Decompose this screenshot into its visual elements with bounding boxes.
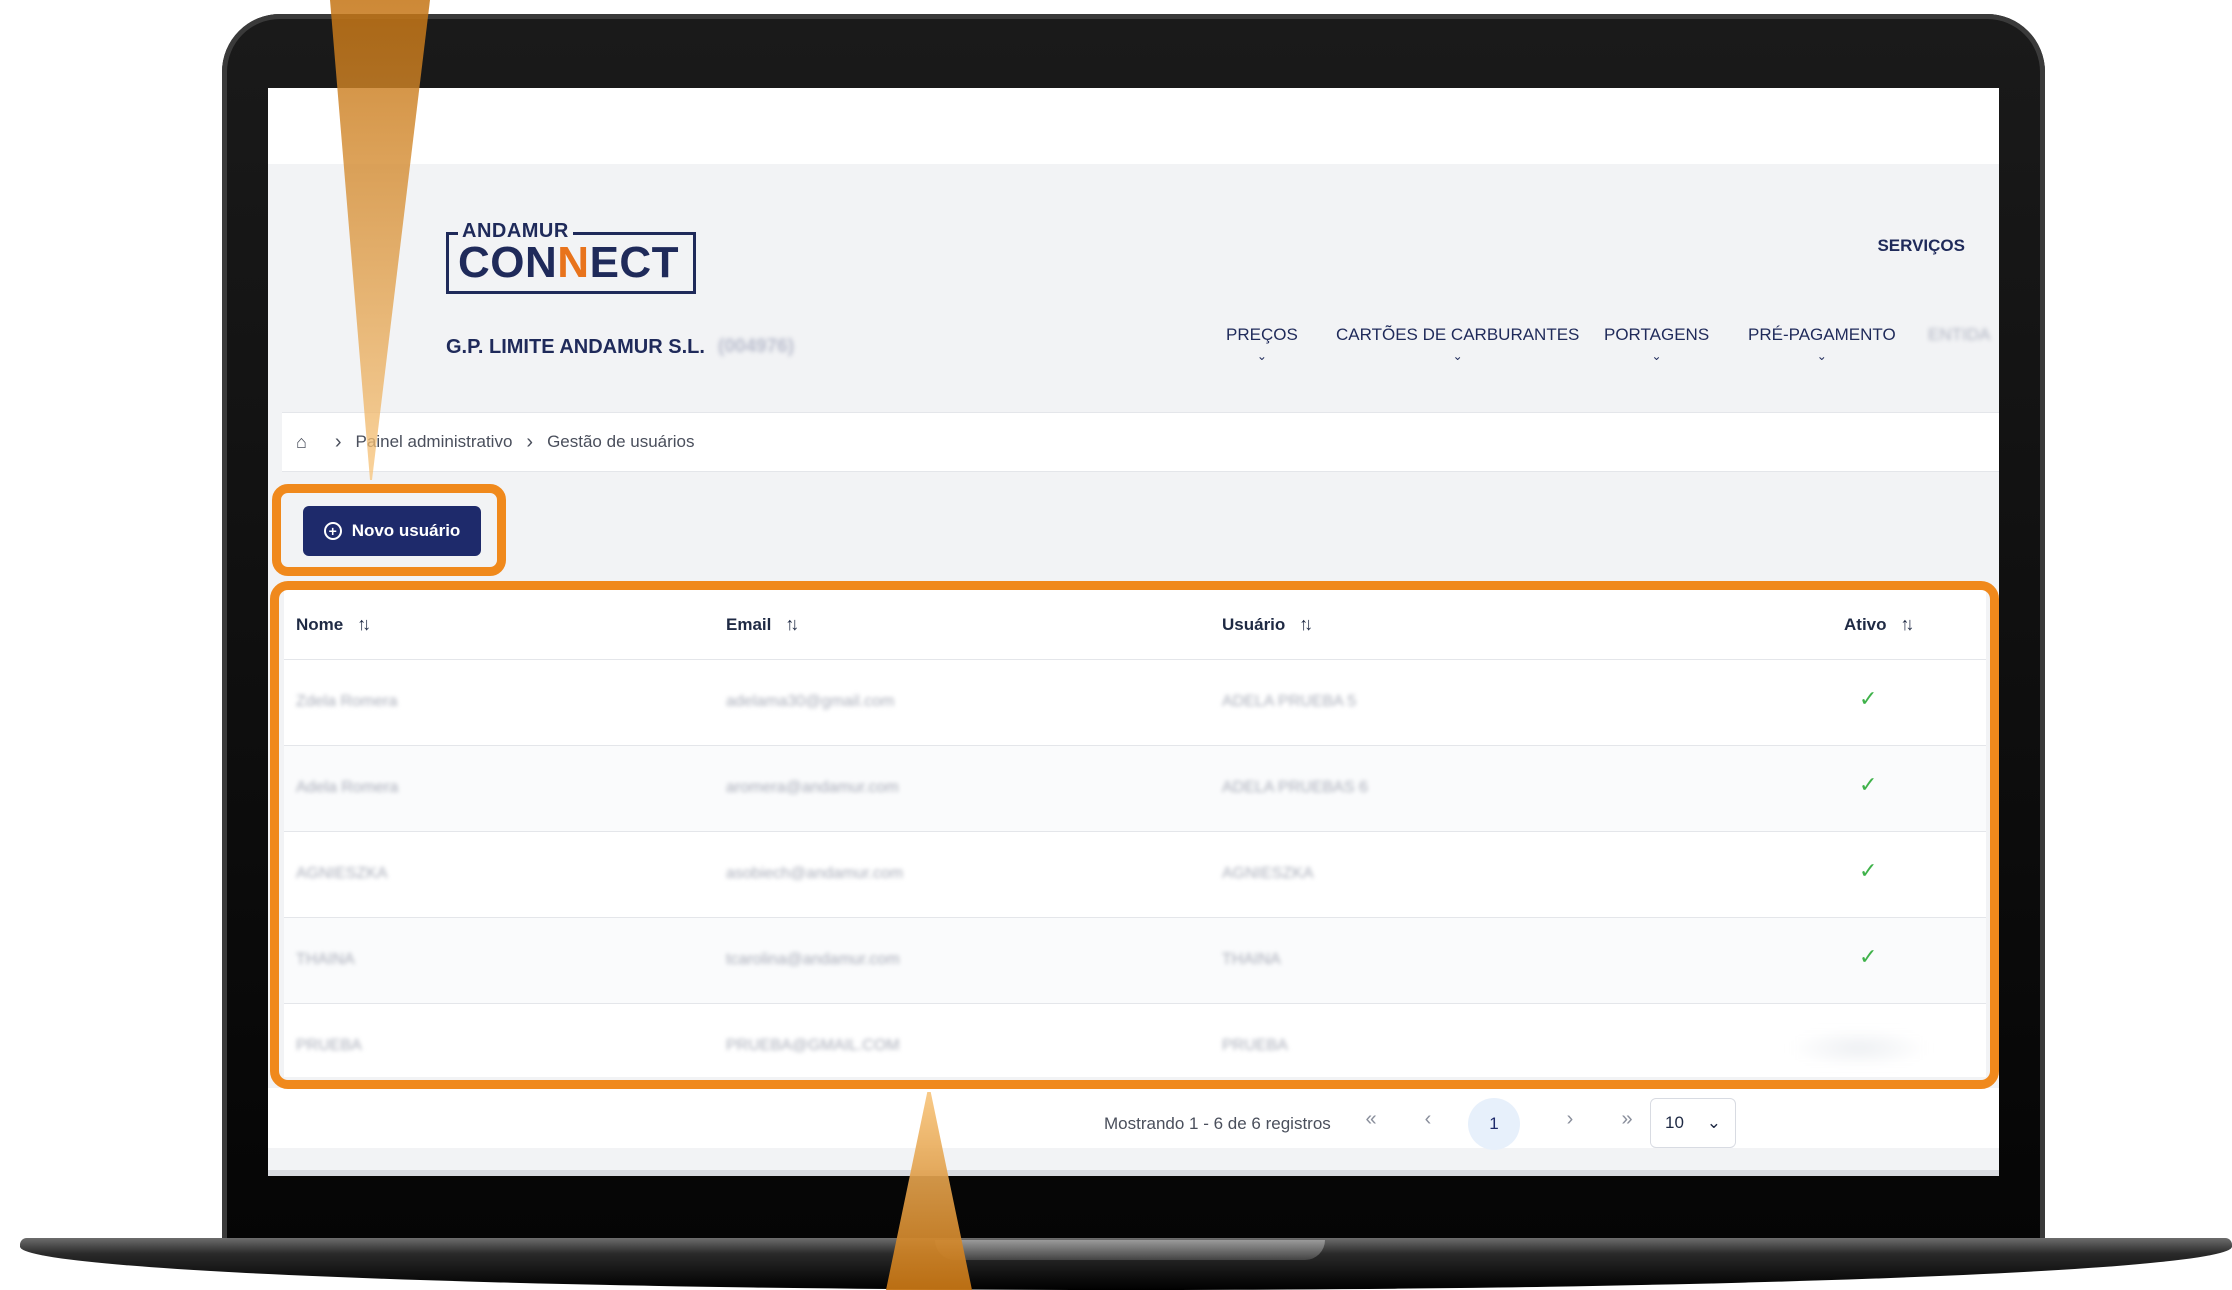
screen-bottom-bar [268,1170,1999,1176]
nav-item-pre-pagamento[interactable]: PRÉ-PAGAMENTO ⌄ [1748,325,1896,363]
chevron-right-icon: › [526,430,534,453]
chevron-down-icon: ⌄ [1706,1113,1721,1132]
breadcrumb: ⌂ › Painel administrativo › Gestão de us… [282,412,1999,472]
breadcrumb-item-gestao: Gestão de usuários [547,432,695,451]
page-button-current[interactable]: 1 [1468,1098,1520,1150]
pagination-summary: Mostrando 1 - 6 de 6 registros [1104,1114,1331,1133]
nav-item-blurred[interactable]: ENTIDA [1928,325,1990,345]
first-page-icon[interactable]: « [1356,1108,1386,1131]
chevron-down-icon: ⌄ [1651,349,1662,363]
nav-label: PORTAGENS [1604,325,1710,344]
prev-page-icon[interactable]: ‹ [1413,1108,1443,1131]
logo-top-text: ANDAMUR [458,220,573,243]
chevron-down-icon: ⌄ [1816,349,1827,363]
highlight-box-table [270,581,1999,1089]
last-page-icon[interactable]: » [1612,1108,1642,1131]
pagination: Mostrando 1 - 6 de 6 registros « ‹ 1 › »… [268,1088,1999,1150]
nav-label: CARTÕES DE CARBURANTES [1336,325,1580,344]
highlight-box-new-user [272,484,506,576]
page-size-value: 10 [1665,1113,1684,1132]
laptop-notch [935,1240,1325,1260]
next-page-icon[interactable]: › [1555,1108,1585,1131]
browser-top-strip [268,88,1999,164]
page-size-select[interactable]: 10 ⌄ [1650,1098,1736,1148]
logo-main-text: CONNECT [458,238,680,287]
breadcrumb-item-painel[interactable]: Painel administrativo [356,432,513,452]
nav-label: PRÉ-PAGAMENTO [1748,325,1896,344]
nav-item-portagens[interactable]: PORTAGENS ⌄ [1604,325,1710,363]
services-link[interactable]: SERVIÇOS [1877,236,1965,256]
nav-label: PREÇOS [1226,325,1298,344]
chevron-down-icon: ⌄ [1256,349,1267,363]
nav-item-precos[interactable]: PREÇOS ⌄ [1226,325,1298,363]
nav-item-cartoes[interactable]: CARTÕES DE CARBURANTES ⌄ [1336,325,1580,363]
company-name: G.P. LIMITE ANDAMUR S.L. [446,336,705,358]
home-icon[interactable]: ⌂ [296,432,307,453]
chevron-right-icon: › [334,430,342,453]
company-id: (004976) [718,336,795,357]
chevron-down-icon: ⌄ [1452,349,1463,363]
